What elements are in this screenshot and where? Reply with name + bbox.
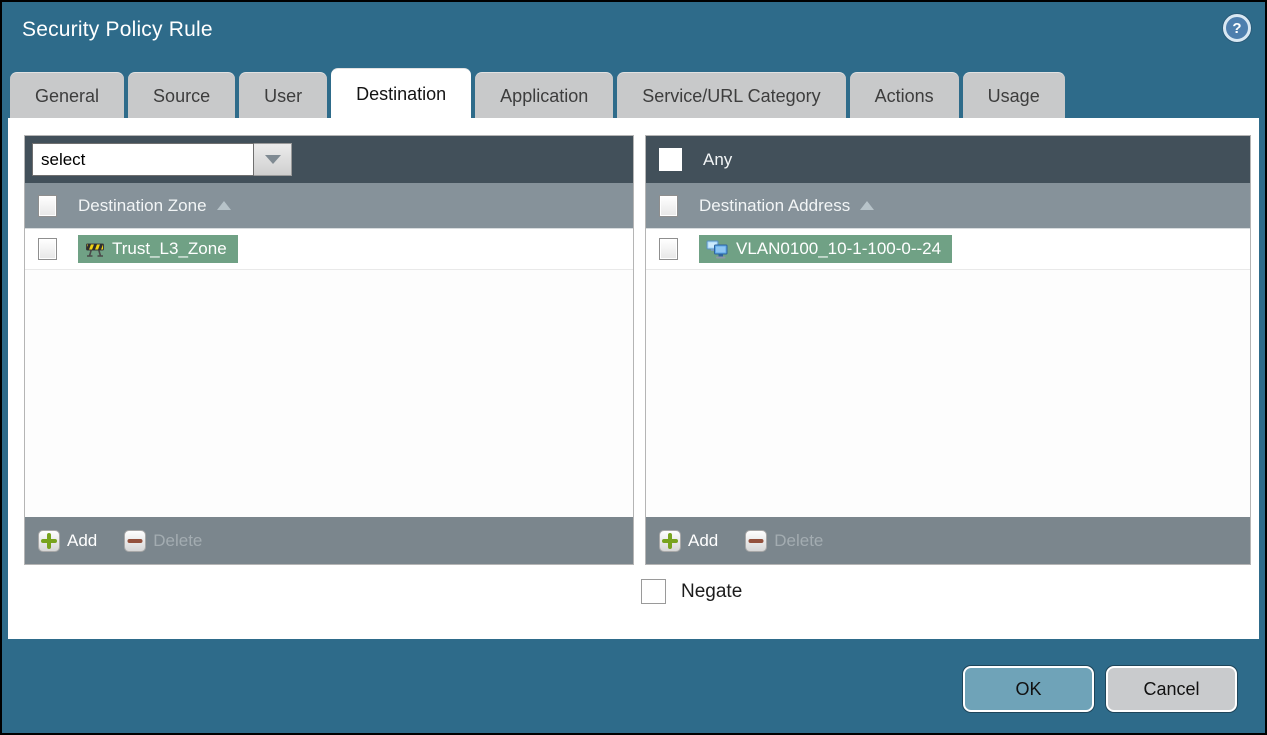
zone-column-header[interactable]: Destination Zone [25,183,633,229]
destination-address-panel: Any Destination Address VLAN0100_10-1-10… [645,135,1251,565]
help-icon[interactable]: ? [1223,14,1251,42]
cancel-button[interactable]: Cancel [1106,666,1237,712]
add-plus-icon [38,529,60,552]
zone-panel-footer: Add Delete [25,517,633,564]
tab-general[interactable]: General [10,72,125,118]
delete-minus-icon [745,529,768,552]
zone-column-header-label: Destination Zone [78,195,207,215]
network-icon [706,240,729,259]
zone-panel-toolbar: select [25,136,633,183]
tab-destination[interactable]: Destination [331,68,472,118]
address-panel-footer: Add Delete [646,517,1250,564]
negate-checkbox[interactable] [641,579,666,604]
address-item[interactable]: VLAN0100_10-1-100-0--24 [699,235,953,263]
security-policy-rule-dialog: Security Policy Rule ? General Source Us… [0,0,1267,735]
address-row-checkbox[interactable] [659,238,678,260]
zone-rows: Trust_L3_Zone [25,229,633,517]
negate-row: Negate [641,579,742,604]
add-plus-icon [659,529,681,552]
destination-zone-panel: select Destination Zone Trust_L3_Zone Ad… [24,135,634,565]
table-row: VLAN0100_10-1-100-0--24 [646,229,1250,270]
zone-add-button[interactable]: Add [38,529,98,552]
chevron-down-icon [264,155,281,164]
zone-item[interactable]: Trust_L3_Zone [78,235,238,263]
address-add-button[interactable]: Add [659,529,719,552]
address-item-label: VLAN0100_10-1-100-0--24 [736,239,942,258]
sort-ascending-icon [216,201,231,210]
zone-row-checkbox[interactable] [38,238,57,260]
any-label: Any [703,149,733,169]
zone-delete-button[interactable]: Delete [124,529,203,552]
address-rows: VLAN0100_10-1-100-0--24 [646,229,1250,517]
zone-add-label: Add [67,530,98,550]
zone-select-combobox[interactable]: select [32,143,292,176]
address-column-header[interactable]: Destination Address [646,183,1250,229]
ok-button[interactable]: OK [963,666,1094,712]
negate-label: Negate [681,580,743,602]
delete-minus-icon [124,529,147,552]
tab-usage[interactable]: Usage [962,72,1065,118]
zone-select-input[interactable]: select [32,143,254,176]
address-delete-label: Delete [774,530,824,550]
dialog-title: Security Policy Rule [22,18,213,41]
destination-tab-content: select Destination Zone Trust_L3_Zone Ad… [8,118,1259,639]
tab-source[interactable]: Source [128,72,236,118]
address-select-all-checkbox[interactable] [659,194,678,217]
zone-select-all-checkbox[interactable] [38,194,57,217]
address-add-label: Add [688,530,719,550]
any-checkbox[interactable] [659,148,682,171]
address-panel-toolbar: Any [646,136,1250,183]
zone-delete-label: Delete [153,530,203,550]
tab-service-url-category[interactable]: Service/URL Category [617,72,846,118]
address-column-header-label: Destination Address [699,195,851,215]
tab-actions[interactable]: Actions [849,72,959,118]
zone-item-label: Trust_L3_Zone [112,239,227,258]
zone-icon [85,241,105,257]
sort-ascending-icon [860,201,875,210]
tab-bar: General Source User Destination Applicat… [10,68,1065,118]
tab-user[interactable]: User [239,72,328,118]
table-row: Trust_L3_Zone [25,229,633,270]
tab-application[interactable]: Application [475,72,614,118]
zone-select-dropdown-button[interactable] [254,143,292,176]
address-delete-button[interactable]: Delete [745,529,824,552]
